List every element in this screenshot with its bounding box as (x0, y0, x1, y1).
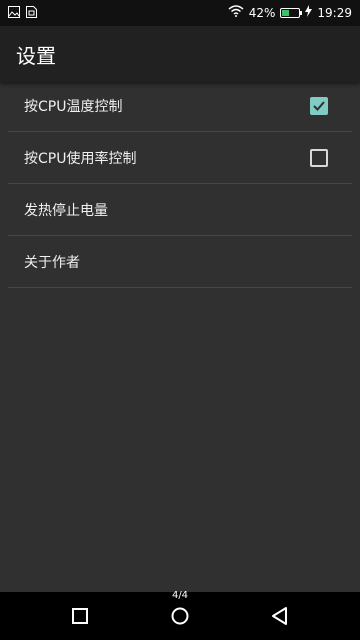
settings-list: 按CPU温度控制 按CPU使用率控制 发热停止电量 关于作者 (8, 80, 352, 288)
status-right: 42% 19:29 (228, 5, 352, 20)
status-bar: 42% 19:29 (0, 0, 360, 26)
setting-cpu-temperature-control[interactable]: 按CPU温度控制 (8, 80, 352, 132)
setting-label: 按CPU温度控制 (24, 99, 123, 115)
setting-label: 关于作者 (24, 255, 80, 271)
setting-about-author[interactable]: 关于作者 (8, 236, 352, 288)
battery-icon (280, 7, 303, 18)
cpu-temperature-checkbox[interactable] (310, 97, 328, 115)
setting-cpu-usage-control[interactable]: 按CPU使用率控制 (8, 132, 352, 184)
battery-level (282, 9, 290, 16)
clock: 19:29 (317, 5, 352, 20)
wifi-icon (228, 5, 244, 20)
cpu-usage-checkbox[interactable] (310, 149, 328, 167)
setting-label: 按CPU使用率控制 (24, 151, 137, 167)
battery-percent: 42% (248, 5, 276, 20)
app-bar: 设置 (0, 26, 360, 82)
setting-label: 发热停止电量 (24, 203, 108, 219)
recent-apps-icon[interactable] (60, 600, 100, 632)
charging-icon (305, 5, 313, 20)
page-indicator: 4/4 (171, 590, 189, 601)
setting-heat-stop-battery[interactable]: 发热停止电量 (8, 184, 352, 236)
page-title: 设置 (16, 44, 56, 68)
back-icon[interactable] (260, 600, 300, 632)
image-icon (8, 6, 20, 21)
home-icon[interactable] (160, 600, 200, 632)
settings-screen: 42% 19:29 设置 按CPU温度控制 按CPU使用率控制 发热停止电量 关… (0, 0, 360, 640)
sim-card-icon (26, 6, 37, 21)
status-left-icons (8, 6, 37, 21)
